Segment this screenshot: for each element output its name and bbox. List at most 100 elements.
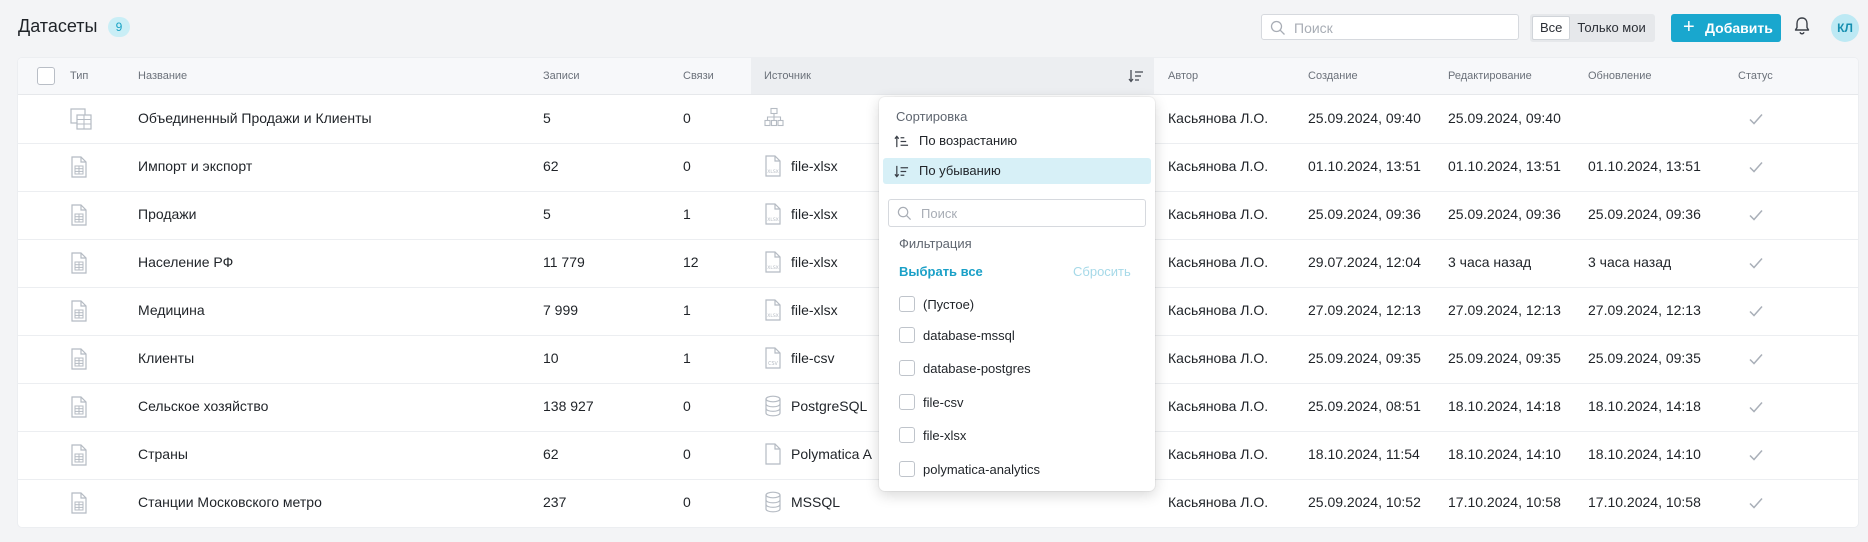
filter-option-label: database-mssql [923,328,1015,343]
col-created[interactable]: Создание [1308,70,1358,82]
status-check-icon [1748,208,1764,227]
updated-date: 17.10.2024, 10:58 [1588,494,1701,510]
records-count: 5 [543,110,551,126]
search-field[interactable] [1261,14,1519,40]
col-updated[interactable]: Обновление [1588,70,1652,82]
source-name: file-xlsx [791,158,838,174]
col-author[interactable]: Автор [1168,70,1198,82]
col-links[interactable]: Связи [683,70,714,82]
filter-section-title: Фильтрация [899,236,972,251]
source-name: file-xlsx [791,206,838,222]
edited-date: 01.10.2024, 13:51 [1448,158,1561,174]
filter-option-checkbox[interactable] [899,360,915,376]
status-check-icon [1748,160,1764,179]
filter-all-button[interactable]: Все [1532,16,1571,40]
links-count: 12 [683,254,699,270]
dataset-count-badge: 9 [108,17,130,37]
svg-text:XLSX: XLSX [767,169,779,175]
created-date: 25.09.2024, 10:52 [1308,494,1421,510]
updated-date: 27.09.2024, 12:13 [1588,302,1701,318]
author-name: Касьянова Л.О. [1168,494,1269,510]
author-name: Касьянова Л.О. [1168,446,1269,462]
filter-option-checkbox[interactable] [899,427,915,443]
search-input[interactable] [1292,18,1516,38]
xlsx-file-icon: XLSX [764,203,782,230]
author-name: Касьянова Л.О. [1168,254,1269,270]
table-header: Тип Название Записи Связи Источник Автор… [18,58,1858,95]
records-count: 237 [543,494,567,510]
filter-option-label: polymatica-analytics [923,462,1041,477]
edited-date: 17.10.2024, 10:58 [1448,494,1561,510]
user-avatar[interactable]: КЛ [1831,14,1859,42]
created-date: 25.09.2024, 09:35 [1308,350,1421,366]
select-all-link[interactable]: Выбрать все [899,264,983,279]
dataset-name[interactable]: Объединенный Продажи и Клиенты [138,110,372,126]
col-edited[interactable]: Редактирование [1448,70,1532,82]
xlsx-file-icon: XLSX [764,155,782,182]
edited-date: 27.09.2024, 12:13 [1448,302,1561,318]
col-status[interactable]: Статус [1738,70,1773,82]
dataset-name[interactable]: Клиенты [138,350,194,366]
records-count: 11 779 [543,254,585,270]
search-icon [1270,20,1285,35]
links-count: 0 [683,446,691,462]
filter-mine-button[interactable]: Только мои [1570,16,1652,40]
created-date: 27.09.2024, 12:13 [1308,302,1421,318]
dataset-name[interactable]: Население РФ [138,254,233,270]
add-button-label: Добавить [1705,20,1773,36]
filter-option-checkbox[interactable] [899,394,915,410]
svg-text:XLSX: XLSX [767,217,779,223]
filter-search-input[interactable] [919,205,1143,222]
created-date: 25.09.2024, 09:40 [1308,110,1421,126]
sort-desc-icon[interactable] [1128,68,1144,84]
created-date: 25.09.2024, 09:36 [1308,206,1421,222]
dataset-name[interactable]: Страны [138,446,188,462]
dataset-name[interactable]: Импорт и экспорт [138,158,252,174]
author-name: Касьянова Л.О. [1168,158,1269,174]
links-count: 1 [683,302,691,318]
col-type[interactable]: Тип [70,70,88,82]
sort-ascending-option[interactable]: По возрастанию [883,128,1151,154]
edited-date: 25.09.2024, 09:40 [1448,110,1561,126]
col-records[interactable]: Записи [543,70,580,82]
plus-icon: + [1683,16,1695,38]
status-check-icon [1748,256,1764,275]
svg-text:XLSX: XLSX [767,313,779,319]
filter-search-field[interactable] [888,199,1146,227]
col-source[interactable]: Источник [764,70,811,82]
updated-date: 01.10.2024, 13:51 [1588,158,1701,174]
dataset-name[interactable]: Станции Московского метро [138,494,322,510]
search-icon [897,206,912,221]
edited-date: 18.10.2024, 14:18 [1448,398,1561,414]
sort-ascending-label: По возрастанию [919,133,1018,148]
bell-icon[interactable] [1793,16,1811,36]
filter-option-checkbox[interactable] [899,327,915,343]
status-check-icon [1748,352,1764,371]
filter-option-label: database-postgres [923,361,1031,376]
created-date: 29.07.2024, 12:04 [1308,254,1421,270]
hierarchy-icon [764,107,784,132]
source-name: file-csv [791,350,835,366]
status-check-icon [1748,400,1764,419]
add-dataset-button[interactable]: + Добавить [1671,14,1781,42]
author-name: Касьянова Л.О. [1168,110,1269,126]
dataset-name[interactable]: Медицина [138,302,205,318]
updated-date: 25.09.2024, 09:35 [1588,350,1701,366]
records-count: 62 [543,446,559,462]
top-bar: Датасеты 9 Все Только мои + Добавить КЛ [0,0,1868,54]
dataset-name[interactable]: Сельское хозяйство [138,398,268,414]
filter-option-label: (Пустое) [923,297,975,312]
select-all-checkbox[interactable] [37,67,55,85]
joined-table-icon [70,108,92,135]
reset-link[interactable]: Сбросить [1073,264,1131,279]
dataset-name[interactable]: Продажи [138,206,196,222]
file-table-icon [70,156,88,183]
filter-option-checkbox[interactable] [899,296,915,312]
created-date: 01.10.2024, 13:51 [1308,158,1421,174]
sort-descending-option[interactable]: По убыванию [883,158,1151,184]
updated-date: 18.10.2024, 14:10 [1588,446,1701,462]
created-date: 18.10.2024, 11:54 [1308,446,1420,462]
filter-option-checkbox[interactable] [899,461,915,477]
edited-date: 25.09.2024, 09:36 [1448,206,1561,222]
col-name[interactable]: Название [138,70,187,82]
